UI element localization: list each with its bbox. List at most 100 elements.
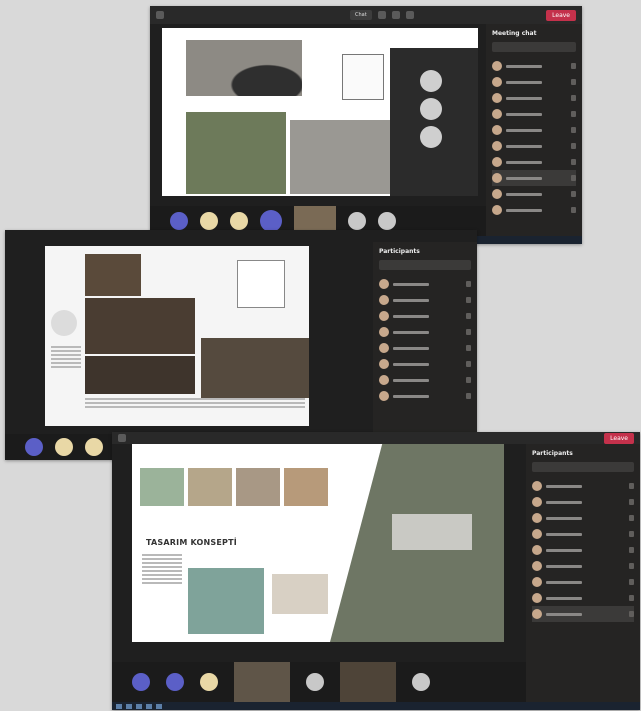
taskbar-icon[interactable] xyxy=(146,703,152,709)
shared-slide xyxy=(45,246,309,426)
participant-row[interactable] xyxy=(492,122,576,138)
participant-row[interactable] xyxy=(532,510,634,526)
people-list xyxy=(492,58,576,218)
panel-search[interactable] xyxy=(379,260,471,270)
plan-thumbnail xyxy=(188,468,232,506)
avatar[interactable] xyxy=(260,210,282,232)
participant-row[interactable] xyxy=(532,574,634,590)
os-taskbar xyxy=(112,702,640,710)
avatar[interactable] xyxy=(25,438,43,456)
avatar[interactable] xyxy=(166,673,184,691)
participant-row[interactable] xyxy=(379,292,471,308)
participant-row[interactable] xyxy=(492,170,576,186)
avatar xyxy=(532,561,542,571)
participant-row[interactable] xyxy=(379,324,471,340)
avatar xyxy=(379,391,389,401)
participant-row[interactable] xyxy=(492,154,576,170)
participant-name xyxy=(506,112,542,116)
participant-name xyxy=(546,580,582,584)
participant-row[interactable] xyxy=(532,590,634,606)
participant-row[interactable] xyxy=(379,308,471,324)
participant-row[interactable] xyxy=(492,74,576,90)
avatar[interactable] xyxy=(348,212,366,230)
taskbar-icon[interactable] xyxy=(156,703,162,709)
mic-icon xyxy=(629,515,634,521)
mic-icon xyxy=(629,547,634,553)
side-panel: Participants xyxy=(373,242,477,460)
detail-circle xyxy=(420,98,442,120)
participant-row[interactable] xyxy=(492,138,576,154)
avatar xyxy=(492,205,502,215)
mic-icon xyxy=(629,499,634,505)
participant-row[interactable] xyxy=(379,372,471,388)
avatar[interactable] xyxy=(306,673,324,691)
mic-icon xyxy=(629,483,634,489)
participant-row[interactable] xyxy=(532,494,634,510)
side-panel: Participants xyxy=(526,444,640,710)
panel-search[interactable] xyxy=(492,42,576,52)
taskbar-icon[interactable] xyxy=(116,703,122,709)
detail-circle xyxy=(420,70,442,92)
avatar xyxy=(492,93,502,103)
avatar xyxy=(532,497,542,507)
participant-row[interactable] xyxy=(379,340,471,356)
participant-row[interactable] xyxy=(379,276,471,292)
participant-name xyxy=(393,330,429,334)
avatar[interactable] xyxy=(55,438,73,456)
site-plan xyxy=(188,568,264,634)
mic-icon xyxy=(466,329,471,335)
participant-row[interactable] xyxy=(492,186,576,202)
mic-icon xyxy=(629,595,634,601)
avatar xyxy=(532,529,542,539)
meeting-screenshot-2: Participants xyxy=(5,230,477,460)
avatar xyxy=(532,593,542,603)
participant-row[interactable] xyxy=(492,106,576,122)
participant-name xyxy=(506,176,542,180)
participant-row[interactable] xyxy=(492,90,576,106)
avatar[interactable] xyxy=(170,212,188,230)
chat-button[interactable]: Chat xyxy=(350,10,372,20)
shared-slide xyxy=(162,28,478,196)
avatar[interactable] xyxy=(200,212,218,230)
participant-row[interactable] xyxy=(379,388,471,404)
participant-row[interactable] xyxy=(532,558,634,574)
participant-row[interactable] xyxy=(532,542,634,558)
mic-icon xyxy=(571,143,576,149)
panel-title: Participants xyxy=(532,450,573,457)
avatar[interactable] xyxy=(412,673,430,691)
participant-row[interactable] xyxy=(492,202,576,218)
participant-row[interactable] xyxy=(532,606,634,622)
participant-row[interactable] xyxy=(492,58,576,74)
participant-row[interactable] xyxy=(532,526,634,542)
participant-name xyxy=(506,160,542,164)
participant-row[interactable] xyxy=(532,478,634,494)
taskbar-icon[interactable] xyxy=(126,703,132,709)
text-column xyxy=(142,554,182,586)
leave-button[interactable]: Leave xyxy=(604,432,634,444)
mic-icon xyxy=(571,79,576,85)
mic-icon[interactable] xyxy=(391,11,400,19)
taskbar-icon[interactable] xyxy=(136,703,142,709)
share-icon[interactable] xyxy=(405,11,414,19)
video-tile[interactable] xyxy=(234,662,290,702)
avatar[interactable] xyxy=(85,438,103,456)
render-image-interior xyxy=(85,254,141,296)
panel-search[interactable] xyxy=(532,462,634,472)
avatar xyxy=(492,189,502,199)
avatar[interactable] xyxy=(200,673,218,691)
meeting-screenshot-1: Chat Leave Meeting chat xyxy=(150,6,582,244)
plan-thumbnail xyxy=(140,468,184,506)
mic-icon xyxy=(571,191,576,197)
section-drawing xyxy=(342,54,384,100)
text-column xyxy=(51,346,81,370)
camera-icon[interactable] xyxy=(377,11,386,19)
avatar xyxy=(379,375,389,385)
mic-icon xyxy=(466,345,471,351)
leave-button[interactable]: Leave xyxy=(546,9,576,21)
avatar[interactable] xyxy=(378,212,396,230)
participant-row[interactable] xyxy=(379,356,471,372)
avatar[interactable] xyxy=(132,673,150,691)
meeting-screenshot-3: Leave TASARIM KONSEPTİ Participants xyxy=(112,432,640,710)
video-tile[interactable] xyxy=(340,662,396,702)
avatar[interactable] xyxy=(230,212,248,230)
